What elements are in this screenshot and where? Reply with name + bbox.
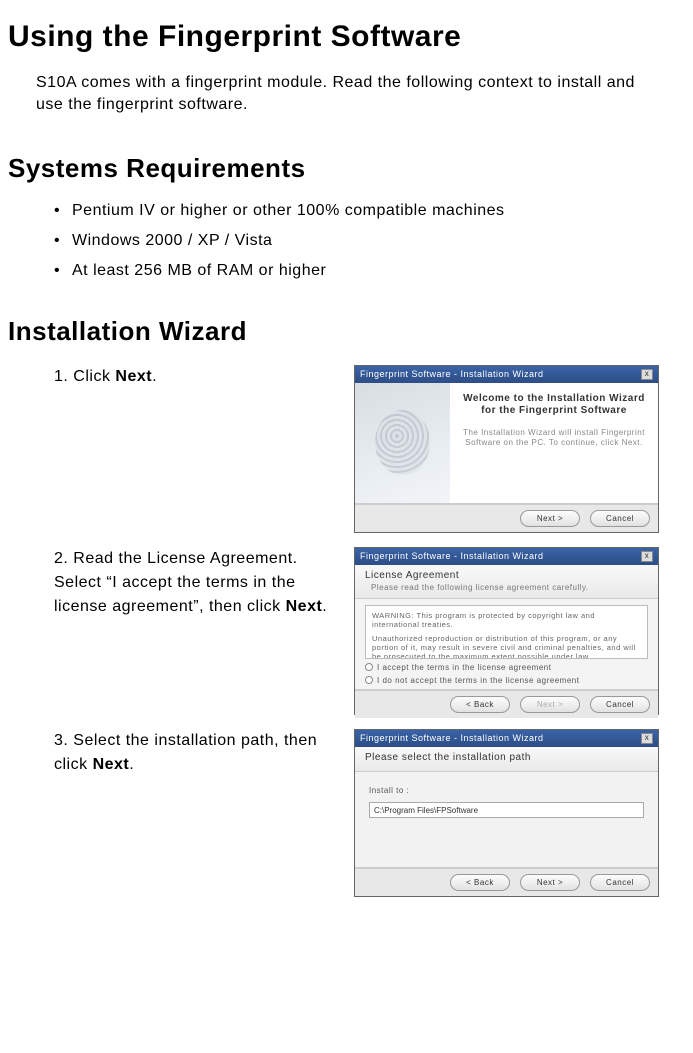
cancel-button[interactable]: Cancel [590,696,650,713]
step-1-bold: Next [115,368,152,385]
next-button[interactable]: Next > [520,510,580,527]
dialog-titlebar: Fingerprint Software - Installation Wiza… [355,730,658,747]
radio-icon [365,676,373,684]
requirements-list: Pentium IV or higher or other 100% compa… [54,202,685,280]
license-header-title: License Agreement [365,570,648,581]
requirement-item: Windows 2000 / XP / Vista [54,232,685,250]
step-3-number: 3. [54,732,68,749]
back-button[interactable]: < Back [450,874,510,891]
requirements-heading: Systems Requirements [8,153,685,184]
dialog-titlebar: Fingerprint Software - Installation Wiza… [355,548,658,565]
license-header: License Agreement Please read the follow… [355,565,658,599]
dialog-body: Please select the installation path Inst… [355,747,658,868]
path-header-title: Please select the installation path [365,752,648,763]
next-button[interactable]: Next > [520,696,580,713]
step-row-1: 1. Click Next. Fingerprint Software - In… [54,365,685,533]
step-3-post: . [129,756,134,773]
step-2-pre: Read the License Agreement. Select “I ac… [54,550,298,615]
close-icon[interactable]: x [641,369,653,380]
requirement-item: At least 256 MB of RAM or higher [54,262,685,280]
wizard-dialog-path: Fingerprint Software - Installation Wiza… [354,729,659,897]
radio-decline[interactable]: I do not accept the terms in the license… [365,676,648,685]
radio-accept[interactable]: I accept the terms in the license agreem… [365,663,648,672]
welcome-description: The Installation Wizard will install Fin… [460,428,648,449]
dialog-footer: < Back Next > Cancel [355,690,658,718]
welcome-title: Welcome to the Installation Wizard for t… [460,393,648,418]
page-title: Using the Fingerprint Software [8,20,685,54]
next-button[interactable]: Next > [520,874,580,891]
radio-icon [365,663,373,671]
dialog-title-text: Fingerprint Software - Installation Wiza… [360,551,544,561]
wizard-dialog-license: Fingerprint Software - Installation Wiza… [354,547,659,715]
step-1-post: . [152,368,157,385]
path-body: Install to : [355,772,658,867]
step-1-text: 1. Click Next. [54,365,354,389]
license-body: WARNING: This program is protected by co… [355,599,658,689]
license-line-2: Unauthorized reproduction or distributio… [372,634,641,659]
cancel-button[interactable]: Cancel [590,874,650,891]
install-to-label: Install to : [369,786,644,795]
requirement-item: Pentium IV or higher or other 100% compa… [54,202,685,220]
dialog-footer: Next > Cancel [355,504,658,532]
path-header: Please select the installation path [355,747,658,772]
license-line-1: WARNING: This program is protected by co… [372,611,641,630]
step-2-bold: Next [286,598,323,615]
step-2-text: 2. Read the License Agreement. Select “I… [54,547,354,619]
welcome-panel: Welcome to the Installation Wizard for t… [450,383,658,503]
step-row-2: 2. Read the License Agreement. Select “I… [54,547,685,715]
step-row-3: 3. Select the installation path, then cl… [54,729,685,897]
step-3-bold: Next [93,756,130,773]
dialog-footer: < Back Next > Cancel [355,868,658,896]
wizard-heading: Installation Wizard [8,316,685,347]
step-2-number: 2. [54,550,68,567]
back-button[interactable]: < Back [450,696,510,713]
dialog-body: Welcome to the Installation Wizard for t… [355,383,658,504]
license-textbox[interactable]: WARNING: This program is protected by co… [365,605,648,659]
license-header-sub: Please read the following license agreem… [371,583,648,592]
dialog-title-text: Fingerprint Software - Installation Wiza… [360,369,544,379]
dialog-titlebar: Fingerprint Software - Installation Wiza… [355,366,658,383]
cancel-button[interactable]: Cancel [590,510,650,527]
fingerprint-graphic [355,383,450,503]
fingerprint-icon [375,410,430,475]
dialog-title-text: Fingerprint Software - Installation Wiza… [360,733,544,743]
wizard-dialog-welcome: Fingerprint Software - Installation Wiza… [354,365,659,533]
install-path-input[interactable] [369,802,644,818]
step-1-number: 1. [54,368,68,385]
radio-accept-label: I accept the terms in the license agreem… [377,663,551,672]
close-icon[interactable]: x [641,551,653,562]
dialog-body: License Agreement Please read the follow… [355,565,658,690]
step-3-text: 3. Select the installation path, then cl… [54,729,354,777]
step-2-post: . [322,598,327,615]
radio-decline-label: I do not accept the terms in the license… [377,676,579,685]
close-icon[interactable]: x [641,733,653,744]
intro-paragraph: S10A comes with a fingerprint module. Re… [36,72,645,117]
step-1-pre: Click [73,368,115,385]
